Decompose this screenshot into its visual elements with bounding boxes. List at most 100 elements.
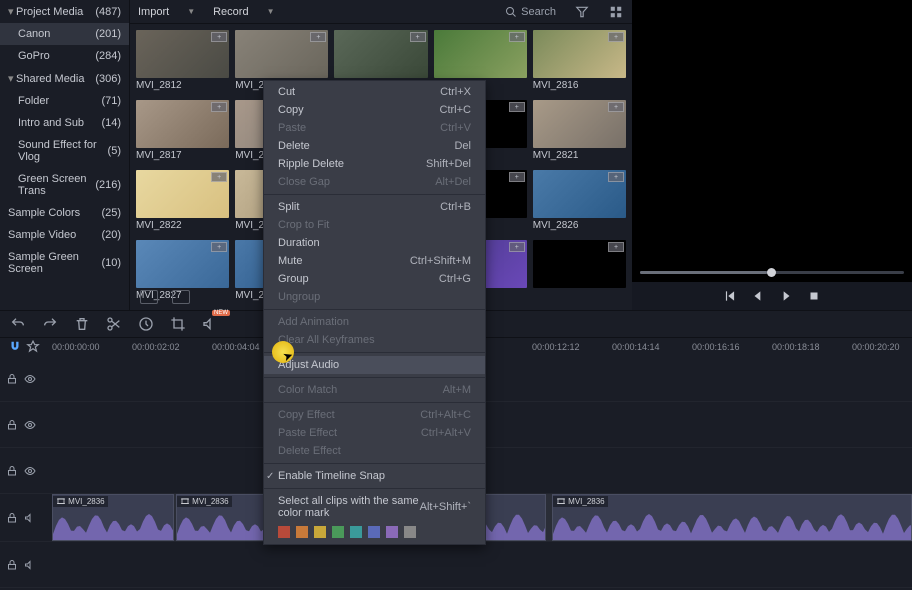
- film-icon: 🎞: [556, 497, 566, 506]
- ruler-timecode: 00:00:04:04: [212, 342, 260, 352]
- sidebar-item[interactable]: Sample Video(20): [0, 224, 129, 246]
- timeline-clip[interactable]: 🎞MVI_2836: [52, 494, 174, 541]
- mute-track-icon[interactable]: [24, 512, 36, 524]
- media-thumbnail[interactable]: +: [533, 240, 626, 304]
- sidebar-item[interactable]: Intro and Sub(14): [0, 112, 129, 134]
- delete-icon[interactable]: [74, 316, 90, 332]
- media-thumbnail[interactable]: +MVI_2826: [533, 170, 626, 234]
- color-swatch[interactable]: [296, 526, 308, 538]
- add-clip-icon[interactable]: +: [211, 32, 227, 42]
- stop-button[interactable]: [807, 289, 821, 303]
- context-menu-item[interactable]: SplitCtrl+B: [264, 198, 485, 216]
- marker-icon[interactable]: [26, 340, 40, 354]
- context-menu-item[interactable]: Ripple DeleteShift+Del: [264, 155, 485, 173]
- add-clip-icon[interactable]: +: [608, 242, 624, 252]
- audio-tool-icon[interactable]: [202, 316, 218, 332]
- color-swatch[interactable]: [386, 526, 398, 538]
- play-button[interactable]: [779, 289, 793, 303]
- visibility-icon[interactable]: [24, 373, 36, 385]
- context-menu-item[interactable]: CutCtrl+X: [264, 83, 485, 101]
- preview-screen[interactable]: [632, 0, 912, 262]
- context-menu-item[interactable]: DeleteDel: [264, 137, 485, 155]
- sidebar-item[interactable]: GoPro(284): [0, 45, 129, 67]
- crop-icon[interactable]: [170, 316, 186, 332]
- ruler-timecode: 00:00:18:18: [772, 342, 820, 352]
- sidebar-item[interactable]: Sample Green Screen(10): [0, 246, 129, 280]
- clip-context-menu: CutCtrl+XCopyCtrl+CPasteCtrl+VDeleteDelR…: [263, 80, 486, 545]
- filter-icon[interactable]: [574, 4, 590, 20]
- split-icon[interactable]: [106, 316, 122, 332]
- context-menu-item: Crop to Fit: [264, 216, 485, 234]
- search-input[interactable]: Search: [505, 6, 556, 18]
- context-menu-item[interactable]: Adjust Audio: [264, 356, 485, 374]
- grid-view-icon[interactable]: [608, 4, 624, 20]
- undo-icon[interactable]: [10, 316, 26, 332]
- ruler-timecode: 00:00:02:02: [132, 342, 180, 352]
- context-menu-item[interactable]: CopyCtrl+C: [264, 101, 485, 119]
- context-menu-item: Ungroup: [264, 288, 485, 306]
- context-menu-item[interactable]: MuteCtrl+Shift+M: [264, 252, 485, 270]
- sidebar-item[interactable]: ▾Shared Media(306): [0, 67, 129, 90]
- context-menu-item[interactable]: GroupCtrl+G: [264, 270, 485, 288]
- color-swatch[interactable]: [278, 526, 290, 538]
- preview-scrubber[interactable]: [632, 262, 912, 282]
- sidebar-item[interactable]: Sound Effect for Vlog(5): [0, 134, 129, 168]
- media-thumbnail[interactable]: +MVI_2816: [533, 30, 626, 94]
- color-swatch[interactable]: [368, 526, 380, 538]
- context-menu-item: PasteCtrl+V: [264, 119, 485, 137]
- timeline-clip[interactable]: 🎞MVI_2836: [552, 494, 912, 541]
- color-swatch[interactable]: [332, 526, 344, 538]
- add-clip-icon[interactable]: +: [509, 32, 525, 42]
- media-thumbnail[interactable]: +MVI_2812: [136, 30, 229, 94]
- play-reverse-button[interactable]: [751, 289, 765, 303]
- context-menu-item: Paste EffectCtrl+Alt+V: [264, 424, 485, 442]
- context-menu-item[interactable]: Duration: [264, 234, 485, 252]
- ruler-timecode: 00:00:00:00: [52, 342, 100, 352]
- media-toolbar: Import▼ Record▼ Search: [130, 0, 632, 24]
- record-dropdown[interactable]: Record▼: [213, 6, 274, 18]
- color-swatch[interactable]: [314, 526, 326, 538]
- visibility-icon[interactable]: [24, 419, 36, 431]
- prev-frame-button[interactable]: [723, 289, 737, 303]
- sidebar-item[interactable]: ▾Project Media(487): [0, 0, 129, 23]
- add-clip-icon[interactable]: +: [608, 102, 624, 112]
- lock-track-icon[interactable]: [6, 512, 18, 524]
- new-folder-icon[interactable]: [172, 290, 190, 304]
- color-swatch[interactable]: [404, 526, 416, 538]
- context-menu-item[interactable]: ✓Enable Timeline Snap: [264, 467, 485, 485]
- add-clip-icon[interactable]: +: [211, 242, 227, 252]
- media-thumbnail[interactable]: +MVI_2822: [136, 170, 229, 234]
- media-library-sidebar: ▾Project Media(487)Canon(201)GoPro(284)▾…: [0, 0, 130, 310]
- add-clip-icon[interactable]: +: [310, 32, 326, 42]
- lock-track-icon[interactable]: [6, 373, 18, 385]
- visibility-icon[interactable]: [24, 465, 36, 477]
- lock-track-icon[interactable]: [6, 419, 18, 431]
- ruler-timecode: 00:00:20:20: [852, 342, 900, 352]
- add-clip-icon[interactable]: +: [509, 172, 525, 182]
- speed-icon[interactable]: [138, 316, 154, 332]
- add-clip-icon[interactable]: +: [608, 32, 624, 42]
- media-thumbnail[interactable]: +MVI_2817: [136, 100, 229, 164]
- sidebar-item[interactable]: Canon(201): [0, 23, 129, 45]
- lock-track-icon[interactable]: [6, 465, 18, 477]
- color-swatch[interactable]: [350, 526, 362, 538]
- sidebar-item[interactable]: Green Screen Trans(216): [0, 168, 129, 202]
- snap-toggle-icon[interactable]: [8, 340, 22, 354]
- sidebar-item[interactable]: Folder(71): [0, 90, 129, 112]
- new-bin-icon[interactable]: [140, 290, 158, 304]
- context-menu-item[interactable]: Select all clips with the same color mar…: [264, 492, 485, 522]
- import-dropdown[interactable]: Import▼: [138, 6, 195, 18]
- sidebar-item[interactable]: Sample Colors(25): [0, 202, 129, 224]
- add-clip-icon[interactable]: +: [509, 242, 525, 252]
- redo-icon[interactable]: [42, 316, 58, 332]
- mute-track-icon[interactable]: [24, 559, 36, 571]
- add-clip-icon[interactable]: +: [608, 172, 624, 182]
- context-menu-item: Color MatchAlt+M: [264, 381, 485, 399]
- lock-track-icon[interactable]: [6, 559, 18, 571]
- add-clip-icon[interactable]: +: [211, 102, 227, 112]
- ruler-timecode: 00:00:14:14: [612, 342, 660, 352]
- media-thumbnail[interactable]: +MVI_2821: [533, 100, 626, 164]
- add-clip-icon[interactable]: +: [509, 102, 525, 112]
- add-clip-icon[interactable]: +: [211, 172, 227, 182]
- add-clip-icon[interactable]: +: [410, 32, 426, 42]
